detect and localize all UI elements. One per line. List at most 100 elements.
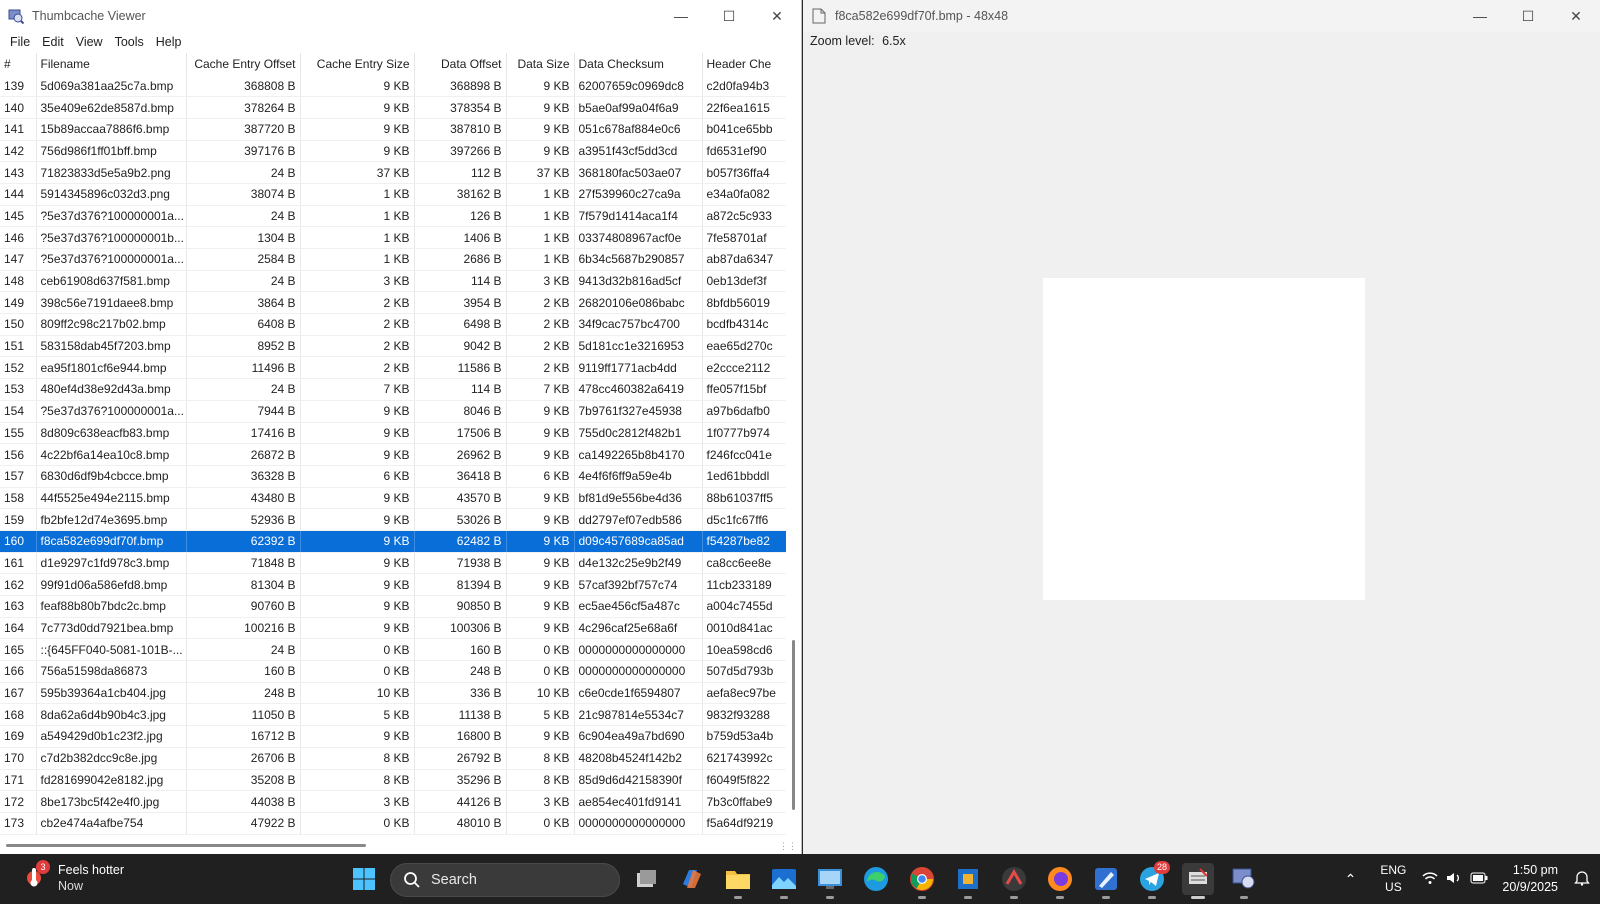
vertical-scrollbar[interactable]	[792, 640, 795, 810]
preview-minimize-button[interactable]: —	[1456, 0, 1504, 32]
preview-maximize-button[interactable]: ☐	[1504, 0, 1552, 32]
table-row[interactable]: 150 809ff2c98c217b02.bmp 6408 B2 KB 6498 B2…	[0, 313, 786, 336]
thumbcache-viewer-taskbar-icon[interactable]	[1228, 863, 1260, 899]
clock[interactable]: 1:50 pm 20/9/2025	[1502, 862, 1558, 896]
app-icon-ax[interactable]	[998, 863, 1030, 899]
preview-close-button[interactable]: ✕	[1552, 0, 1600, 32]
minimize-button[interactable]: —	[657, 0, 705, 32]
preview-title-bar[interactable]: f8ca582e699df70f.bmp - 48x48 — ☐ ✕	[803, 0, 1600, 32]
table-row[interactable]: 147 ?5e37d376?100000001a... 2584 B1 KB 2686…	[0, 248, 786, 271]
table-row[interactable]: 152 ea95f1801cf6e944.bmp 11496 B2 KB 11586 …	[0, 356, 786, 380]
table-row[interactable]: 161 d1e9297c1fd978c3.bmp 71848 B9 KB 71938 …	[0, 552, 786, 575]
table-row[interactable]: 168 8da62a6d4b90b4c3.jpg 11050 B5 KB 11138 …	[0, 703, 786, 727]
start-button[interactable]	[348, 863, 380, 895]
cell-header-checksum: 1f0777b974	[702, 422, 786, 445]
maximize-button[interactable]: ☐	[705, 0, 753, 32]
task-view-icon[interactable]	[630, 863, 662, 895]
cell-data-offset: 126 B	[414, 205, 507, 228]
table-row[interactable]: 165::{645FF040-5081-101B-... 24 B0 KB 160 …	[0, 638, 786, 662]
table-row[interactable]: 159 fb2bfe12d74e3695.bmp 52936 B9 KB 53026 …	[0, 508, 786, 531]
wifi-icon[interactable]	[1422, 871, 1438, 888]
cell-header-checksum: 507d5d793b	[702, 660, 786, 683]
weather-widget[interactable]: 3 Feels hotter Now	[22, 860, 124, 894]
column-header-data-offset[interactable]: Data Offset	[414, 53, 507, 75]
battery-icon[interactable]	[1470, 872, 1488, 887]
volume-icon[interactable]	[1446, 871, 1462, 888]
cell-cache-entry-offset: 44038 B	[186, 790, 301, 813]
table-row[interactable]: 167 595b39364a1cb404.jpg 248 B 10 KB 336 B 10…	[0, 682, 786, 705]
table-row[interactable]: 157 6830d6df9b4cbcce.bmp 36328 B6 KB 36418 …	[0, 465, 786, 488]
chrome-icon[interactable]	[906, 863, 938, 899]
table-row[interactable]: 155 8d809c638eacfb83.bmp 17416 B9 KB 17506 …	[0, 422, 786, 445]
title-bar[interactable]: Thumbcache Viewer — ☐ ✕	[0, 0, 801, 32]
table-row[interactable]: 144 5914345896c032d3.png 38074 B1 KB 38162 …	[0, 183, 786, 206]
menu-help[interactable]: Help	[150, 35, 188, 49]
entries-list[interactable]: # Filename Cache Entry Offset Cache Entr…	[0, 53, 786, 838]
table-row[interactable]: 171 fd281699042e8182.jpg 35208 B8 KB 35296 …	[0, 769, 786, 792]
horizontal-scrollbar[interactable]	[6, 844, 366, 847]
table-row[interactable]: 146 ?5e37d376?100000001b... 1304 B1 KB 1406…	[0, 226, 786, 249]
table-row[interactable]: 170 c7d2b382dcc9c8e.jpg 26706 B8 KB 26792 B…	[0, 747, 786, 770]
cell-cache-entry-offset: 397176 B	[186, 140, 301, 163]
cell-index: 152	[0, 356, 37, 380]
telegram-icon[interactable]: 28	[1136, 861, 1171, 899]
firefox-icon[interactable]	[1044, 863, 1076, 899]
language-indicator[interactable]: ENG US	[1380, 862, 1406, 896]
table-row[interactable]: 164 7c773d0dd7921bea.bmp 100216 B9 KB 10030…	[0, 617, 786, 640]
column-header-data-size[interactable]: Data Size	[506, 53, 575, 75]
column-header-cache-entry-size[interactable]: Cache Entry Size	[300, 53, 415, 75]
table-row[interactable]: 139 5d069a381aa25c7a.bmp 368808 B9 KB 36889…	[0, 75, 786, 98]
ftk-imager-icon[interactable]	[1182, 863, 1214, 899]
cell-index: 168	[0, 703, 37, 727]
control-panel-icon[interactable]	[814, 863, 846, 899]
cell-header-checksum: f6049f5f822	[702, 769, 786, 792]
table-row[interactable]: 166 756a51598da86873 160 B0 KB 248 B0 KB 000…	[0, 660, 786, 683]
table-row[interactable]: 153 480ef4d38e92d43a.bmp 24 B7 KB 114 B7 KB…	[0, 378, 786, 401]
table-row[interactable]: 162 99f91d06a586efd8.bmp 81304 B9 KB 81394 …	[0, 573, 786, 596]
cell-header-checksum: ffe057f15bf	[702, 378, 786, 401]
table-row[interactable]: 160 f8ca582e699df70f.bmp 62392 B9 KB 62482 …	[0, 530, 786, 553]
table-row[interactable]: 172 8be173bc5f42e4f0.jpg 44038 B3 KB 44126 …	[0, 790, 786, 813]
table-row[interactable]: 173 cb2e474a4afbe754 47922 B0 KB 48010 B0 K…	[0, 812, 786, 835]
column-header-data-checksum[interactable]: Data Checksum	[574, 53, 703, 75]
table-row[interactable]: 142 756d986f1ff01bff.bmp 397176 B9 KB 39726…	[0, 140, 786, 163]
table-row[interactable]: 145 ?5e37d376?100000001a... 24 B1 KB 126 B1…	[0, 205, 786, 228]
photos-icon[interactable]	[768, 863, 800, 899]
menu-view[interactable]: View	[70, 35, 109, 49]
column-header-cache-entry-offset[interactable]: Cache Entry Offset	[186, 53, 301, 75]
table-row[interactable]: 148 ceb61908d637f581.bmp 24 B3 KB 114 B3 KB…	[0, 270, 786, 293]
table-row[interactable]: 141 15b89accaa7886f6.bmp 387720 B9 KB 38781…	[0, 118, 786, 141]
cell-cache-entry-offset: 26872 B	[186, 443, 301, 466]
resize-grip-icon[interactable]: ⋮⋮	[779, 841, 797, 852]
cell-data-offset: 26962 B	[414, 443, 507, 466]
column-header-header-checksum[interactable]: Header Che	[702, 53, 786, 75]
menu-tools[interactable]: Tools	[109, 35, 150, 49]
paint-icon[interactable]	[1090, 863, 1122, 899]
column-header-index[interactable]: #	[0, 53, 37, 75]
chevron-up-icon[interactable]: ⌃	[1345, 871, 1357, 888]
column-header-filename[interactable]: Filename	[36, 53, 187, 75]
taskbar-search-box[interactable]: Search	[390, 863, 620, 897]
menu-edit[interactable]: Edit	[36, 35, 70, 49]
table-row[interactable]: 143 71823833d5e5a9b2.png 24 B 37 KB 112 B 37 …	[0, 161, 786, 184]
table-row[interactable]: 140 35e409e62de8587d.bmp 378264 B9 KB 37835…	[0, 96, 786, 119]
menu-file[interactable]: File	[4, 35, 36, 49]
virtualbox-icon[interactable]	[952, 863, 984, 899]
cell-index: 139	[0, 75, 37, 98]
window-title: Thumbcache Viewer	[32, 9, 146, 23]
table-row[interactable]: 158 44f5525e494e2115.bmp 43480 B9 KB 43570 …	[0, 487, 786, 510]
edge-icon[interactable]	[860, 863, 892, 895]
table-row[interactable]: 149 398c56e7191daee8.bmp 3864 B2 KB 3954 B2…	[0, 291, 786, 315]
notifications-icon[interactable]	[1574, 870, 1590, 889]
table-row[interactable]: 169 a549429d0b1c23f2.jpg 16712 B9 KB 16800 …	[0, 725, 786, 748]
table-row[interactable]: 154 ?5e37d376?100000001a... 7944 B9 KB 8046…	[0, 400, 786, 423]
copilot-icon[interactable]	[676, 863, 708, 895]
cell-data-size: 1 KB	[506, 248, 575, 271]
cell-cache-entry-offset: 43480 B	[186, 487, 301, 510]
table-row[interactable]: 151 583158dab45f7203.bmp 8952 B2 KB 9042 B2…	[0, 335, 786, 358]
table-row[interactable]: 156 4c22bf6a14ea10c8.bmp 26872 B9 KB 26962 …	[0, 443, 786, 466]
thumbnail-text: SIBER25{	[1069, 405, 1342, 475]
close-button[interactable]: ✕	[753, 0, 801, 32]
table-row[interactable]: 163 feaf88b80b7bdc2c.bmp 90760 B9 KB 90850 …	[0, 595, 786, 618]
file-explorer-icon[interactable]	[722, 863, 754, 899]
